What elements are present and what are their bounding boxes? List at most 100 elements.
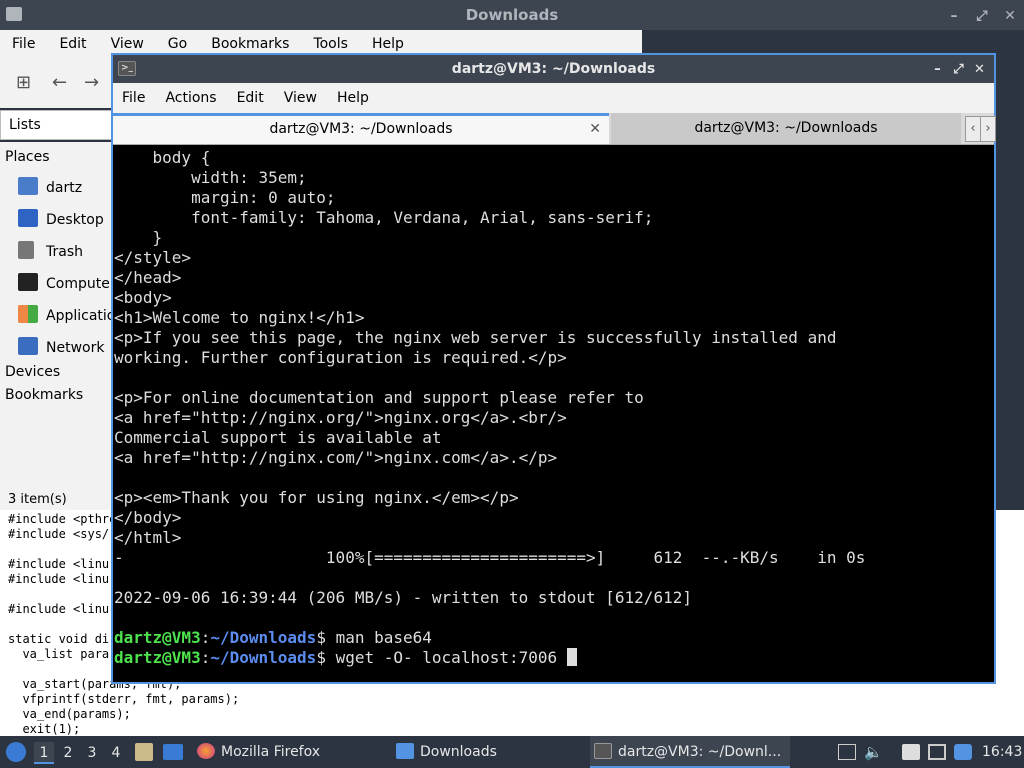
- close-icon[interactable]: ✕: [996, 1, 1024, 31]
- command-text: wget -O- localhost:7006: [325, 648, 567, 667]
- output-line: <p>If you see this page, the nginx web s…: [114, 328, 837, 347]
- applications-icon: [18, 305, 38, 323]
- prompt-path: ~/Downloads: [210, 648, 317, 667]
- side-pane: Places dartz Desktop Trash Computer Appl…: [0, 142, 112, 490]
- close-tab-icon[interactable]: ✕: [589, 116, 601, 142]
- task-terminal[interactable]: dartz@VM3: ~/Downl...: [590, 736, 790, 768]
- output-line: 2022-09-06 16:39:44 (206 MB/s) - written…: [114, 588, 692, 607]
- output-line: body {: [114, 148, 211, 167]
- place-applications[interactable]: Applications: [18, 305, 112, 324]
- update-notifier-icon[interactable]: [954, 744, 972, 760]
- task-firefox[interactable]: Mozilla Firefox: [193, 736, 383, 768]
- file-manager-launcher-icon[interactable]: [135, 743, 153, 761]
- desktop-launcher-icon[interactable]: [163, 744, 183, 760]
- place-desktop[interactable]: Desktop: [18, 209, 112, 228]
- computer-icon: [18, 273, 38, 291]
- tab-1[interactable]: dartz@VM3: ~/Downloads ✕: [113, 113, 609, 144]
- prompt-user: dartz@VM3: [114, 628, 201, 647]
- output-line: margin: 0 auto;: [114, 188, 336, 207]
- minimize-icon[interactable]: –: [940, 1, 968, 31]
- maximize-icon[interactable]: ⤢: [948, 56, 969, 84]
- task-downloads[interactable]: Downloads: [392, 736, 582, 768]
- prompt-dollar: $: [316, 628, 326, 647]
- output-line: </body>: [114, 508, 182, 527]
- file-manager-status: 3 item(s): [0, 490, 112, 510]
- terminal-tabbar: dartz@VM3: ~/Downloads ✕ dartz@VM3: ~/Do…: [113, 113, 996, 145]
- menu-file[interactable]: File: [0, 30, 47, 58]
- firefox-icon: [197, 743, 215, 759]
- taskbar: 1 2 3 4 Mozilla Firefox Downloads dartz@…: [0, 736, 1024, 768]
- file-manager-titlebar[interactable]: Downloads – ⤢ ✕: [0, 0, 1024, 30]
- terminal-menubar: File Actions Edit View Help: [113, 83, 994, 113]
- side-pane-selector[interactable]: Lists: [0, 110, 112, 140]
- places-header: Places: [5, 149, 50, 165]
- output-line: </style>: [114, 248, 192, 267]
- menu-edit[interactable]: Edit: [228, 83, 275, 113]
- output-line: width: 35em;: [114, 168, 307, 187]
- prompt-dollar: $: [316, 648, 326, 667]
- terminal-icon: >_: [118, 61, 136, 76]
- bookmarks-header[interactable]: Bookmarks: [5, 387, 83, 403]
- output-line: Commercial support is available at: [114, 428, 442, 447]
- output-line: </head>: [114, 268, 182, 287]
- output-line: <p><em>Thank you for using nginx.</em></…: [114, 488, 519, 507]
- network-icon: [18, 337, 38, 355]
- workspace-2[interactable]: 2: [58, 742, 78, 764]
- tab-2[interactable]: dartz@VM3: ~/Downloads: [611, 113, 961, 144]
- place-trash[interactable]: Trash: [18, 241, 112, 260]
- prompt-separator: :: [200, 628, 211, 647]
- menu-actions[interactable]: Actions: [156, 83, 227, 113]
- workspace-3[interactable]: 3: [82, 742, 102, 764]
- place-dartz[interactable]: dartz: [18, 177, 112, 196]
- clock[interactable]: 16:43: [982, 736, 1022, 768]
- place-computer[interactable]: Computer: [18, 273, 112, 292]
- tab-label: dartz@VM3: ~/Downloads: [269, 121, 453, 137]
- devices-header[interactable]: Devices: [5, 364, 60, 380]
- output-line: <p>For online documentation and support …: [114, 388, 644, 407]
- terminal-title: dartz@VM3: ~/Downloads: [451, 61, 656, 77]
- output-line: <a href="http://nginx.org/">nginx.org</a…: [114, 408, 567, 427]
- tab-label: dartz@VM3: ~/Downloads: [694, 120, 878, 136]
- folder-icon: [6, 7, 22, 21]
- close-icon[interactable]: ✕: [969, 56, 990, 84]
- new-tab-icon[interactable]: ⊞: [16, 72, 31, 93]
- back-arrow-icon[interactable]: ←: [52, 72, 67, 93]
- file-manager-title: Downloads: [465, 6, 559, 24]
- place-network[interactable]: Network: [18, 337, 112, 356]
- menu-file[interactable]: File: [113, 83, 156, 113]
- menu-help[interactable]: Help: [328, 83, 380, 113]
- prompt-user: dartz@VM3: [114, 648, 201, 667]
- clipboard-icon[interactable]: [902, 744, 920, 760]
- menu-edit[interactable]: Edit: [47, 30, 98, 58]
- workspace-4[interactable]: 4: [106, 742, 126, 764]
- workspace-1[interactable]: 1: [34, 742, 54, 764]
- terminal-titlebar[interactable]: >_ dartz@VM3: ~/Downloads – ⤢ ✕: [113, 55, 994, 83]
- home-folder-icon: [18, 177, 38, 195]
- trash-icon: [18, 241, 34, 259]
- output-line: }: [114, 228, 163, 247]
- output-line: </html>: [114, 528, 182, 547]
- terminal-icon: [594, 743, 612, 759]
- output-line: <h1>Welcome to nginx!</h1>: [114, 308, 365, 327]
- output-line: - 100%[======================>] 612 --.-…: [114, 548, 866, 567]
- text-cursor: [566, 648, 577, 666]
- volume-icon[interactable]: 🔈: [864, 744, 883, 760]
- tab-scroll-right-icon[interactable]: ›: [980, 116, 996, 142]
- tab-scroll-left-icon[interactable]: ‹: [965, 116, 981, 142]
- folder-icon: [396, 743, 414, 759]
- command-text: man base64: [325, 628, 432, 647]
- output-line: working. Further configuration is requir…: [114, 348, 567, 367]
- output-line: <a href="http://nginx.com/">nginx.com</a…: [114, 448, 558, 467]
- keyboard-icon[interactable]: [928, 744, 946, 760]
- terminal-output[interactable]: body { width: 35em; margin: 0 auto; font…: [113, 145, 994, 682]
- menu-view[interactable]: View: [275, 83, 328, 113]
- output-line: font-family: Tahoma, Verdana, Arial, san…: [114, 208, 654, 227]
- prompt-separator: :: [200, 648, 211, 667]
- start-menu-icon[interactable]: [6, 742, 26, 762]
- desktop-icon: [18, 209, 38, 227]
- terminal-window: >_ dartz@VM3: ~/Downloads – ⤢ ✕ File Action…: [111, 53, 996, 684]
- maximize-icon[interactable]: ⤢: [968, 1, 996, 31]
- forward-arrow-icon[interactable]: →: [84, 72, 99, 93]
- display-icon[interactable]: [838, 744, 856, 760]
- minimize-icon[interactable]: –: [927, 56, 948, 84]
